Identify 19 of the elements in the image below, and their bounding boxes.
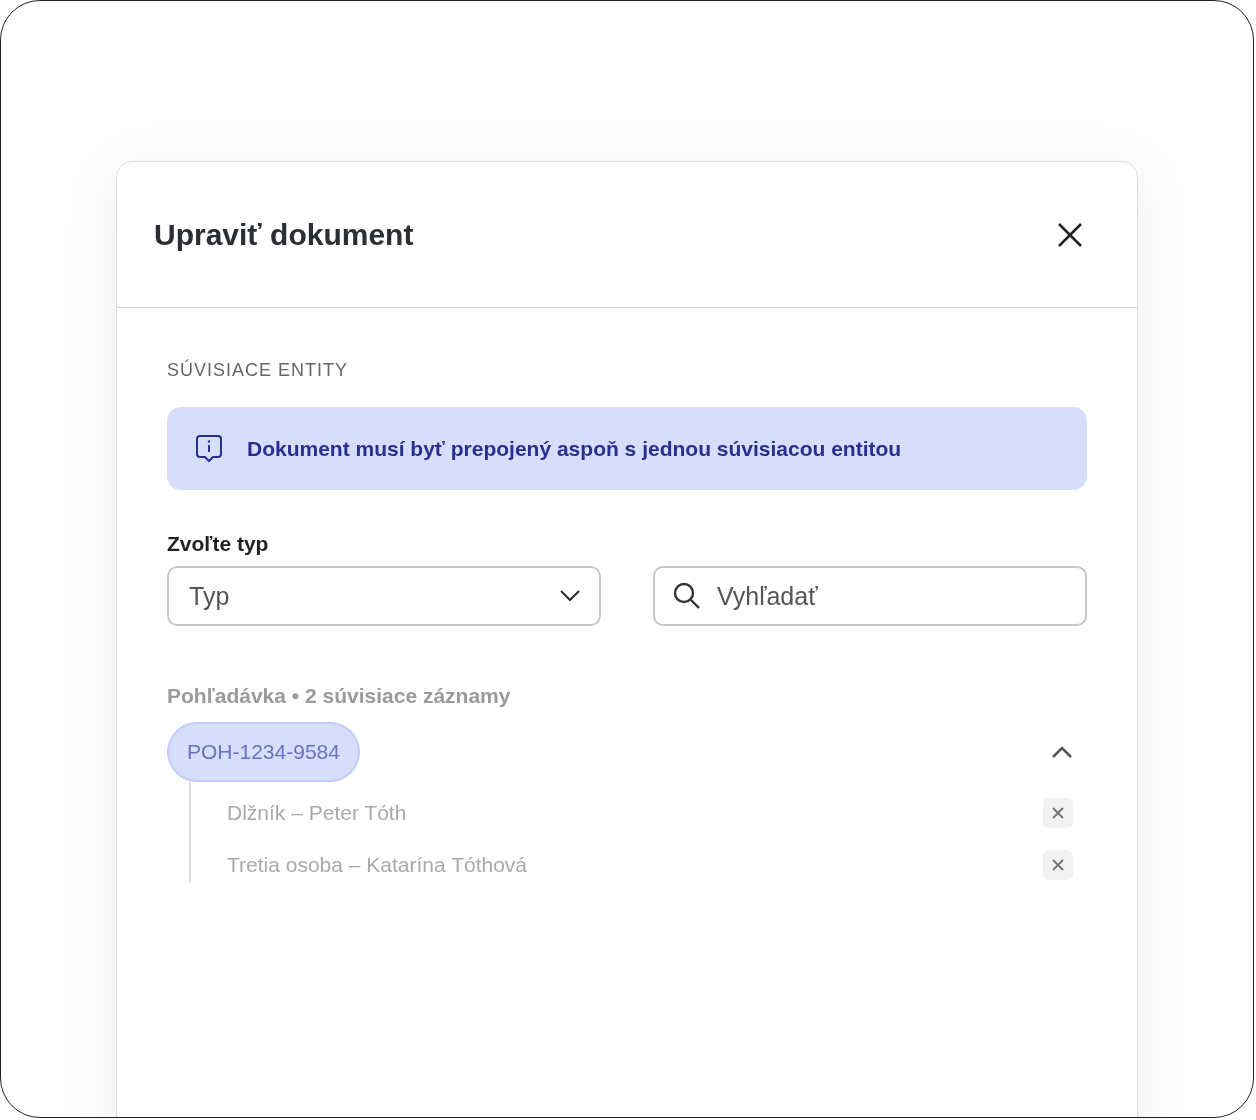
- search-field[interactable]: Vyhľadať: [653, 566, 1087, 626]
- close-icon: [1052, 807, 1064, 819]
- remove-button[interactable]: [1043, 850, 1073, 880]
- entity-chip[interactable]: POH-1234-9584: [167, 722, 360, 782]
- related-record: Tretia osoba – Katarína Tóthová: [227, 853, 528, 877]
- field-label: Zvoľte typ: [167, 532, 270, 556]
- info-icon: [195, 433, 223, 464]
- remove-button[interactable]: [1043, 798, 1073, 828]
- dialog-title: Upraviť dokument: [154, 217, 414, 252]
- close-icon: [1057, 221, 1083, 248]
- search-icon: [673, 582, 701, 610]
- related-record: Dlžník – Peter Tóth: [227, 801, 407, 825]
- chevron-down-icon: [559, 589, 581, 603]
- info-message: Dokument musí byť prepojený aspoň s jednou súvisiacou entitou: [247, 436, 902, 461]
- type-select[interactable]: Typ: [167, 566, 601, 626]
- close-icon: [1052, 859, 1064, 871]
- chevron-up-icon[interactable]: [1051, 745, 1073, 759]
- group-heading: Pohľadávka • 2 súvisiace záznamy: [167, 684, 512, 708]
- section-heading: SÚVISIACE ENTITY: [167, 360, 350, 381]
